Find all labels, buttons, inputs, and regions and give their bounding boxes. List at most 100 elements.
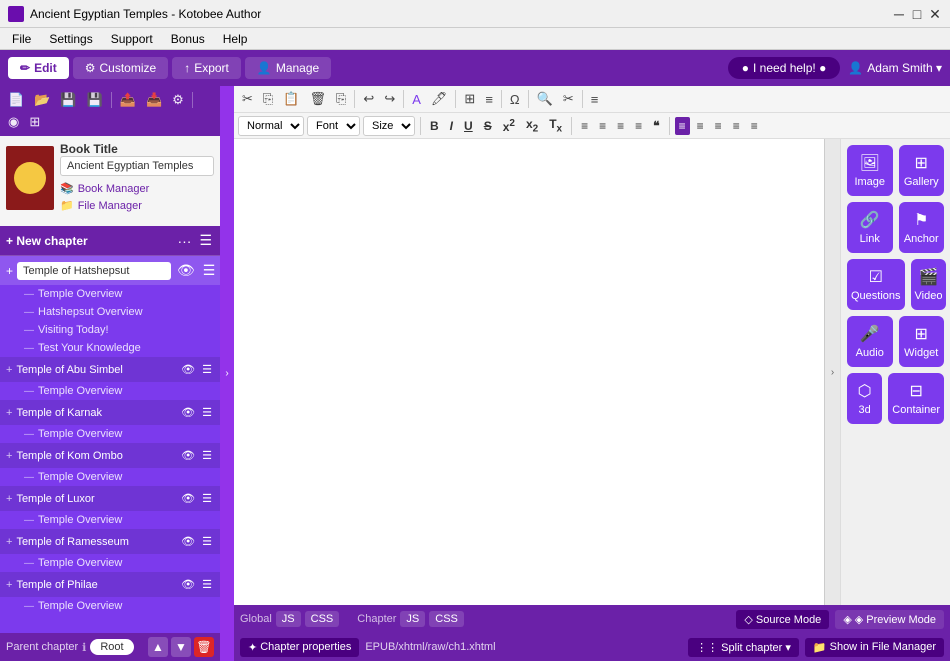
book-name-dropdown[interactable]: Ancient Egyptian Temples bbox=[60, 156, 214, 176]
chapter-abu-simbel[interactable]: + Temple of Abu Simbel 👁 ☰ bbox=[0, 357, 220, 382]
gallery-button[interactable]: ⊞ Gallery bbox=[899, 145, 945, 196]
file-manager-link[interactable]: 📁 File Manager bbox=[60, 197, 214, 214]
3d-button[interactable]: ⬡ 3d bbox=[847, 373, 882, 424]
editor-content[interactable] bbox=[234, 139, 824, 605]
link-button[interactable]: 🔗 Link bbox=[847, 202, 893, 253]
menu-help[interactable]: Help bbox=[215, 30, 256, 48]
chapter-ramesseum[interactable]: + Temple of Ramesseum 👁 ☰ bbox=[0, 529, 220, 554]
video-button[interactable]: 🎬 Video bbox=[911, 259, 947, 310]
global-js-btn[interactable]: JS bbox=[276, 611, 301, 627]
menu-support[interactable]: Support bbox=[103, 30, 161, 48]
edit-button[interactable]: ✏ Edit bbox=[8, 57, 69, 79]
chapter-kom-ombo[interactable]: + Temple of Kom Ombo 👁 ☰ bbox=[0, 443, 220, 468]
sidebar-import-btn[interactable]: 📥 bbox=[142, 90, 166, 110]
sub-item-philae-overview[interactable]: —Temple Overview bbox=[0, 597, 220, 615]
delete-btn[interactable]: 🗑 bbox=[194, 637, 214, 657]
maximize-button[interactable]: □ bbox=[910, 7, 924, 21]
sub-item-karnak-overview[interactable]: —Temple Overview bbox=[0, 425, 220, 443]
export-button[interactable]: ↑ Export bbox=[172, 57, 241, 79]
redo-btn[interactable]: ↪ bbox=[380, 89, 399, 109]
kom-ombo-menu-btn[interactable]: ☰ bbox=[200, 447, 214, 464]
active-chapter-input[interactable] bbox=[17, 262, 171, 280]
chapter-properties-button[interactable]: ✦ Chapter properties bbox=[240, 638, 359, 657]
source-btn[interactable]: ≡ bbox=[587, 90, 603, 109]
font-color-btn[interactable]: A bbox=[408, 90, 425, 109]
preview-mode-button[interactable]: ◈ ◈ Preview Mode bbox=[835, 610, 944, 629]
align-center-btn[interactable]: ≡ bbox=[693, 117, 708, 135]
sub-item-luxor-overview[interactable]: —Temple Overview bbox=[0, 511, 220, 529]
italic-btn[interactable]: I bbox=[446, 117, 457, 135]
sidebar-open-btn[interactable]: 📂 bbox=[30, 90, 54, 110]
sidebar-save2-btn[interactable]: 💾 bbox=[83, 90, 107, 110]
toolbar-expand[interactable]: › bbox=[824, 139, 840, 605]
clear-format-btn[interactable]: Tx bbox=[545, 115, 566, 136]
sub-item-hatshepsut-overview[interactable]: —Hatshepsut Overview bbox=[0, 303, 220, 321]
luxor-menu-btn[interactable]: ☰ bbox=[200, 490, 214, 507]
chapter-css-btn[interactable]: CSS bbox=[429, 611, 464, 627]
active-chapter-view-btn[interactable]: 👁 bbox=[175, 260, 197, 281]
sidebar-export-btn[interactable]: 📤 bbox=[116, 90, 140, 110]
image-button[interactable]: 🖼 Image bbox=[847, 145, 893, 196]
chapter-more-btn[interactable]: ··· bbox=[175, 231, 193, 251]
customize-button[interactable]: ⚙ Customize bbox=[73, 57, 168, 79]
sub-item-visiting-today[interactable]: —Visiting Today! bbox=[0, 321, 220, 339]
close-button[interactable]: ✕ bbox=[928, 7, 942, 21]
bold-btn[interactable]: B bbox=[426, 117, 443, 135]
ordered-list-btn[interactable]: ≡ bbox=[595, 117, 610, 135]
rtl-btn[interactable]: ≡ bbox=[747, 117, 762, 135]
chapter-karnak[interactable]: + Temple of Karnak 👁 ☰ bbox=[0, 400, 220, 425]
table-btn[interactable]: ⊞ bbox=[460, 89, 479, 109]
symbol-btn[interactable]: Ω bbox=[506, 90, 524, 109]
active-chapter-menu-btn[interactable]: ☰ bbox=[201, 260, 218, 281]
chapter-js-btn[interactable]: JS bbox=[400, 611, 425, 627]
abu-simbel-menu-btn[interactable]: ☰ bbox=[200, 361, 214, 378]
indent-btn[interactable]: ≡ bbox=[631, 117, 646, 135]
move-down-btn[interactable]: ▼ bbox=[171, 637, 191, 657]
anchor-button[interactable]: ⚑ Anchor bbox=[899, 202, 945, 253]
menu-settings[interactable]: Settings bbox=[41, 30, 100, 48]
strikethrough-btn[interactable]: S bbox=[480, 117, 496, 135]
philae-menu-btn[interactable]: ☰ bbox=[200, 576, 214, 593]
root-button[interactable]: Root bbox=[90, 639, 133, 655]
outdent-btn[interactable]: ≡ bbox=[613, 117, 628, 135]
sidebar-save-btn[interactable]: 💾 bbox=[56, 90, 80, 110]
sub-item-temple-overview[interactable]: —Temple Overview bbox=[0, 285, 220, 303]
luxor-view-btn[interactable]: 👁 bbox=[179, 490, 197, 507]
underline-btn[interactable]: U bbox=[460, 117, 477, 135]
size-select[interactable]: Size bbox=[363, 116, 415, 136]
sidebar-misc1-btn[interactable]: ◉ bbox=[4, 112, 23, 132]
philae-view-btn[interactable]: 👁 bbox=[179, 576, 197, 593]
source-mode-button[interactable]: ◇ Source Mode bbox=[736, 610, 829, 629]
chapter-philae[interactable]: + Temple of Philae 👁 ☰ bbox=[0, 572, 220, 597]
paste-special-btn[interactable]: ⎘ bbox=[332, 89, 350, 109]
align-justify-btn[interactable]: ≡ bbox=[729, 117, 744, 135]
container-button[interactable]: ⊟ Container bbox=[888, 373, 944, 424]
new-chapter-button[interactable]: + New chapter bbox=[6, 234, 88, 248]
sub-item-kom-ombo-overview[interactable]: —Temple Overview bbox=[0, 468, 220, 486]
global-css-btn[interactable]: CSS bbox=[305, 611, 340, 627]
widget-button[interactable]: ⊞ Widget bbox=[899, 316, 945, 367]
menu-file[interactable]: File bbox=[4, 30, 39, 48]
chapter-menu-btn[interactable]: ☰ bbox=[197, 230, 214, 251]
karnak-view-btn[interactable]: 👁 bbox=[179, 404, 197, 421]
blockquote-btn[interactable]: ❝ bbox=[649, 117, 663, 135]
kom-ombo-view-btn[interactable]: 👁 bbox=[179, 447, 197, 464]
karnak-menu-btn[interactable]: ☰ bbox=[200, 404, 214, 421]
chapter-luxor[interactable]: + Temple of Luxor 👁 ☰ bbox=[0, 486, 220, 511]
user-button[interactable]: 👤 Adam Smith ▾ bbox=[848, 61, 942, 75]
abu-simbel-view-btn[interactable]: 👁 bbox=[179, 361, 197, 378]
manage-button[interactable]: 👤 Manage bbox=[245, 57, 331, 79]
table2-btn[interactable]: ≡ bbox=[481, 90, 497, 109]
minimize-button[interactable]: ─ bbox=[892, 7, 906, 21]
paste-btn[interactable]: 📋 bbox=[279, 89, 303, 109]
unordered-list-btn[interactable]: ≡ bbox=[577, 117, 592, 135]
sidebar-new-btn[interactable]: 📄 bbox=[4, 90, 28, 110]
sidebar-misc2-btn[interactable]: ⊞ bbox=[25, 112, 44, 132]
find-btn[interactable]: 🔍 bbox=[533, 89, 557, 109]
highlight-btn[interactable]: 🖊 bbox=[427, 89, 452, 109]
superscript-btn[interactable]: x2 bbox=[499, 116, 519, 136]
subscript-btn[interactable]: x2 bbox=[522, 115, 542, 136]
paragraph-style-select[interactable]: Normal bbox=[238, 116, 304, 136]
sidebar-settings-btn[interactable]: ⚙ bbox=[168, 90, 188, 110]
replace-btn[interactable]: ✂ bbox=[559, 89, 578, 109]
